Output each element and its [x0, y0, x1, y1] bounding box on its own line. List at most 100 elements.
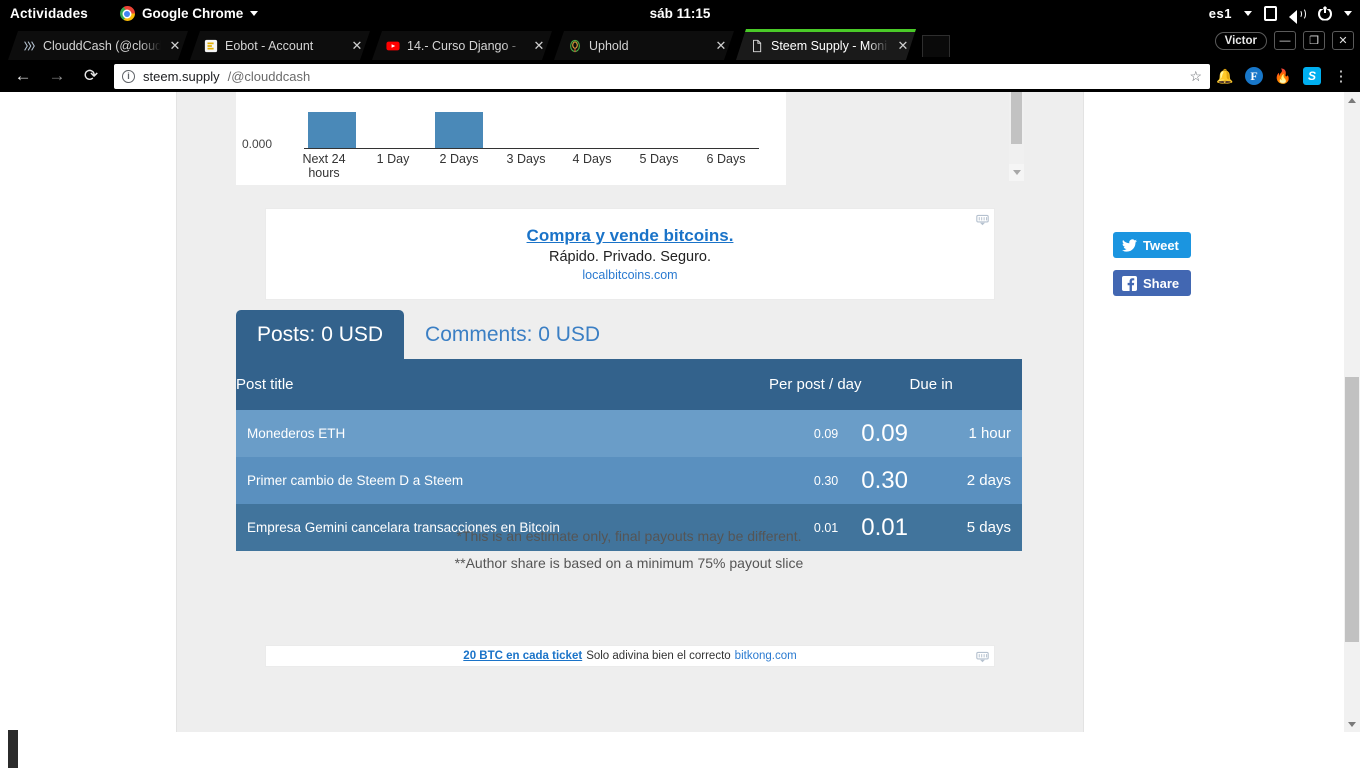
gnome-top-bar: Actividades Google Chrome sáb 11:15 es1	[0, 0, 1360, 27]
table-row[interactable]: Primer cambio de Steem D a Steem 0.30 0.…	[236, 457, 1022, 504]
chart-plot-area: 0.000 Next 24 hours 1 Day 2 Days 3 Days …	[236, 92, 786, 185]
keyboard-layout-indicator[interactable]: es1	[1209, 6, 1232, 21]
tab-comments[interactable]: Comments: 0 USD	[404, 310, 621, 359]
browser-tab-steem-supply[interactable]: Steem Supply - Moni ✕	[736, 29, 916, 60]
share-button[interactable]: Share	[1113, 270, 1192, 296]
chart-scrollbar[interactable]	[1009, 92, 1024, 164]
chart-x-tick: 1 Day	[376, 152, 410, 166]
close-button[interactable]: ✕	[1332, 31, 1354, 50]
chart-x-tick: 6 Days	[706, 152, 746, 166]
new-tab-button[interactable]	[922, 35, 950, 57]
footnote-estimate: *This is an estimate only, final payouts…	[456, 528, 802, 544]
volume-icon	[1289, 7, 1306, 24]
maximize-button[interactable]: ❐	[1303, 31, 1325, 50]
browser-tab-curso-django[interactable]: 14.- Curso Django - ✕	[372, 31, 552, 60]
steemit-icon	[22, 39, 36, 53]
tab-title: ClouddCash (@cloudd	[43, 38, 161, 53]
scroll-down-button[interactable]	[1344, 716, 1360, 732]
tab-title: Steem Supply - Moni	[771, 39, 888, 53]
bookmark-star-icon[interactable]: ☆	[1189, 68, 1202, 85]
page-scrollbar[interactable]	[1344, 92, 1360, 732]
uphold-icon	[568, 39, 582, 53]
chart-x-tick: 4 Days	[572, 152, 612, 166]
back-button[interactable]: ←	[6, 60, 40, 92]
toolbar-extension-icons: 🔔 F 🔥 S ⋮	[1216, 67, 1354, 85]
page-viewport: 0.000 Next 24 hours 1 Day 2 Days 3 Days …	[0, 92, 1360, 732]
window-controls: Victor — ❐ ✕	[1214, 31, 1354, 50]
forward-button[interactable]: →	[40, 60, 74, 92]
cell-post-title: Monederos ETH	[247, 426, 346, 441]
chrome-logo-icon	[119, 6, 135, 21]
tab-close-icon[interactable]: ✕	[168, 38, 182, 54]
browser-tab-eobot[interactable]: Eobot - Account ✕	[190, 31, 370, 60]
address-bar[interactable]: i steem.supply /@clouddcash ☆	[114, 63, 1210, 89]
tab-close-icon[interactable]: ✕	[350, 38, 364, 54]
skype-icon[interactable]: S	[1303, 67, 1321, 85]
chart-x-tick: 5 Days	[639, 152, 679, 166]
chart-x-tick: Next 24 hours	[302, 152, 346, 180]
url-path: /@clouddcash	[227, 68, 311, 84]
tab-close-icon[interactable]: ✕	[532, 38, 546, 54]
ad-banner-localbitcoins[interactable]: Compra y vende bitcoins. Rápido. Privado…	[265, 208, 995, 300]
cell-due-in: 2 days	[966, 472, 1011, 489]
activities-button[interactable]: Actividades	[10, 6, 88, 21]
youtube-icon	[386, 39, 400, 53]
column-header-per-post-day[interactable]: Per post / day	[768, 359, 910, 410]
cell-per-post-large: 0.09	[861, 419, 908, 447]
bell-icon[interactable]: 🔔	[1216, 67, 1234, 85]
ad-url[interactable]: bitkong.com	[735, 650, 797, 662]
page-scrollbar-thumb[interactable]	[1345, 377, 1359, 642]
table-row[interactable]: Monederos ETH 0.09 0.09 1 hour	[236, 410, 1022, 457]
tab-close-icon[interactable]: ✕	[896, 38, 910, 54]
chart-scroll-down-button[interactable]	[1009, 164, 1024, 181]
column-header-post-title[interactable]: Post title	[236, 359, 769, 410]
tweet-button[interactable]: Tweet	[1113, 232, 1192, 258]
tab-strip: ClouddCash (@cloudd ✕ Eobot - Account ✕ …	[0, 27, 1360, 60]
power-icon	[1318, 6, 1332, 21]
site-info-icon[interactable]: i	[122, 69, 135, 83]
ad-banner-bitkong[interactable]: 20 BTC en cada ticket Solo adivina bien …	[265, 645, 995, 667]
chart-x-axis	[304, 148, 759, 149]
browser-tab-uphold[interactable]: Uphold ✕	[554, 31, 734, 60]
footnotes: *This is an estimate only, final payouts…	[236, 528, 1022, 582]
menu-icon[interactable]: ⋮	[1332, 67, 1350, 85]
ad-headline[interactable]: Compra y vende bitcoins.	[527, 226, 734, 246]
chevron-up-icon	[1348, 97, 1356, 103]
fire-icon[interactable]: 🔥	[1274, 67, 1292, 85]
browser-tab-clouddcash[interactable]: ClouddCash (@cloudd ✕	[8, 31, 188, 60]
tab-close-icon[interactable]: ✕	[714, 38, 728, 54]
ad-text: Solo adivina bien el correcto	[586, 650, 731, 662]
payout-forecast-chart: 0.000 Next 24 hours 1 Day 2 Days 3 Days …	[236, 92, 786, 185]
page-icon	[750, 39, 764, 53]
ad-choices-icon[interactable]	[976, 650, 989, 663]
twitter-icon	[1122, 238, 1137, 252]
ad-choices-icon[interactable]	[976, 213, 989, 226]
desktop-edge-strip	[8, 730, 18, 768]
chrome-window: ClouddCash (@cloudd ✕ Eobot - Account ✕ …	[0, 27, 1360, 732]
chart-scrollbar-thumb[interactable]	[1011, 92, 1022, 144]
reload-button[interactable]: ⟳	[74, 60, 108, 92]
chart-x-tick: 2 Days	[439, 152, 479, 166]
f-icon[interactable]: F	[1245, 67, 1263, 85]
table-head: Post title Per post / day Due in	[236, 359, 1022, 410]
social-share-buttons: Tweet Share	[1113, 232, 1192, 296]
ad-url[interactable]: localbitcoins.com	[582, 268, 677, 282]
system-status-area[interactable]: es1	[1209, 6, 1352, 24]
cell-post-title: Primer cambio de Steem D a Steem	[247, 473, 464, 488]
scroll-up-button[interactable]	[1344, 92, 1360, 108]
caret-down-icon	[1344, 11, 1352, 16]
active-app-menu[interactable]: Google Chrome	[119, 6, 259, 21]
cell-per-post-large: 0.30	[861, 466, 908, 494]
eobot-icon	[204, 39, 218, 53]
cell-due-in: 1 hour	[968, 425, 1011, 442]
tab-posts[interactable]: Posts: 0 USD	[236, 310, 405, 359]
column-header-due-in[interactable]: Due in	[909, 359, 1022, 410]
chart-bar	[308, 112, 356, 148]
table-header-row: Post title Per post / day Due in	[236, 359, 1022, 410]
profile-button[interactable]: Victor	[1214, 31, 1267, 50]
ad-headline[interactable]: 20 BTC en cada ticket	[463, 650, 582, 662]
cell-per-post-small: 0.09	[813, 426, 839, 441]
minimize-button[interactable]: —	[1274, 31, 1296, 50]
tab-title: Eobot - Account	[225, 38, 314, 53]
chevron-down-icon	[1012, 170, 1021, 175]
